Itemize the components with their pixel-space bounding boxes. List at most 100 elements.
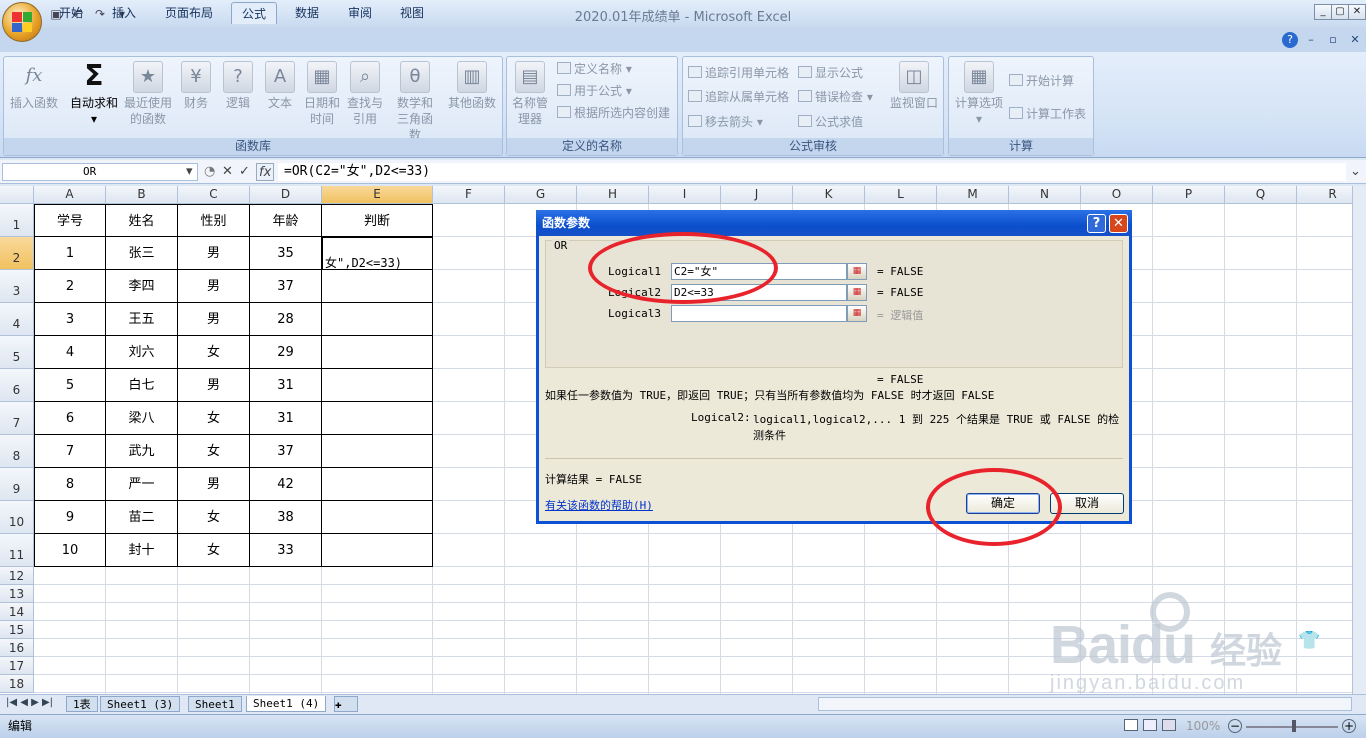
table-cell[interactable]: 男 [178,369,250,402]
row-header[interactable]: 9 [0,468,34,501]
ribbon-restore-icon[interactable]: ▫ [1325,32,1341,48]
tab-formulas[interactable]: 公式 [231,2,278,24]
logical3-input[interactable] [671,305,847,322]
horizontal-scrollbar[interactable] [818,697,1352,711]
table-cell[interactable]: 9 [34,501,106,534]
sheet-tab[interactable]: Sheet1 (3) [100,696,181,712]
page-layout-view-icon[interactable] [1143,719,1157,731]
table-cell[interactable]: 男 [178,237,250,270]
table-header-cell[interactable]: 年龄 [250,204,322,237]
sheet-tab[interactable]: 1表 [66,696,98,712]
sheet-tab[interactable]: Sheet1 [188,696,242,712]
sheet-tab-active[interactable]: Sheet1 (4) [246,696,327,712]
tab-home[interactable]: 开始 [49,2,93,24]
table-cell[interactable]: 3 [34,303,106,336]
recently-used-button[interactable]: ★ 最近使用的函数 [122,61,174,127]
text-button[interactable]: A 文本 [260,61,300,111]
name-box-dropdown-icon[interactable]: ▾ [186,163,193,181]
insert-function-button[interactable]: fx 插入函数 [6,61,62,111]
table-header-cell[interactable]: 姓名 [106,204,178,237]
table-cell[interactable]: 10 [34,534,106,567]
table-cell[interactable]: 严一 [106,468,178,501]
table-cell[interactable]: 38 [250,501,322,534]
column-header[interactable]: J [721,186,793,204]
use-in-formula-button[interactable]: 用于公式 ▾ [557,83,632,99]
editing-cell[interactable]: 女",D2<=33) [322,237,433,270]
zoom-in-icon[interactable]: + [1342,719,1356,733]
close-button[interactable]: ✕ [1348,4,1366,20]
row-header[interactable]: 3 [0,270,34,303]
table-cell[interactable]: 31 [250,402,322,435]
table-cell[interactable] [322,402,433,435]
table-cell[interactable]: 男 [178,303,250,336]
dialog-close-icon[interactable]: ✕ [1109,214,1128,233]
row-header[interactable]: 15 [0,621,34,639]
ribbon-close-icon[interactable]: ✕ [1347,32,1363,48]
dialog-help-icon[interactable]: ? [1087,214,1106,233]
evaluate-formula-button[interactable]: 公式求值 [798,114,863,130]
vertical-scrollbar[interactable] [1352,186,1366,694]
row-header[interactable]: 13 [0,585,34,603]
table-cell[interactable]: 封十 [106,534,178,567]
table-cell[interactable]: 29 [250,336,322,369]
column-header[interactable]: F [433,186,505,204]
table-cell[interactable]: 6 [34,402,106,435]
formula-input[interactable]: =OR(C2="女",D2<=33) [278,163,1346,181]
table-cell[interactable]: 28 [250,303,322,336]
row-header[interactable]: 8 [0,435,34,468]
row-header[interactable]: 12 [0,567,34,585]
column-header[interactable]: G [505,186,577,204]
tab-view[interactable]: 视图 [390,2,434,24]
row-header[interactable]: 17 [0,657,34,675]
table-cell[interactable]: 梁八 [106,402,178,435]
column-header[interactable]: C [178,186,250,204]
table-cell[interactable]: 37 [250,270,322,303]
trace-dependents-button[interactable]: 追踪从属单元格 [688,89,789,105]
table-cell[interactable]: 女 [178,435,250,468]
table-cell[interactable]: 37 [250,435,322,468]
row-header[interactable]: 10 [0,501,34,534]
column-header[interactable]: L [865,186,937,204]
table-cell[interactable]: 42 [250,468,322,501]
table-cell[interactable]: 2 [34,270,106,303]
column-header[interactable]: E [322,186,433,204]
more-functions-button[interactable]: ▥ 其他函数 [444,61,500,111]
table-cell[interactable] [322,336,433,369]
table-cell[interactable]: 1 [34,237,106,270]
table-cell[interactable] [322,369,433,402]
collapse-dialog-icon[interactable]: ▦ [847,284,867,301]
column-header[interactable]: K [793,186,865,204]
table-cell[interactable]: 王五 [106,303,178,336]
table-cell[interactable]: 女 [178,534,250,567]
table-cell[interactable]: 李四 [106,270,178,303]
cancel-icon[interactable]: ✕ [222,163,233,181]
column-header[interactable]: B [106,186,178,204]
column-header[interactable]: I [649,186,721,204]
row-header[interactable]: 2 [0,237,34,270]
name-manager-button[interactable]: ▤ 名称管理器 [510,61,550,127]
table-cell[interactable]: 女 [178,336,250,369]
table-cell[interactable]: 31 [250,369,322,402]
zoom-slider-thumb[interactable] [1292,720,1296,732]
error-checking-button[interactable]: 错误检查 ▾ [798,89,873,105]
watch-window-button[interactable]: ◫ 监视窗口 [887,61,941,111]
office-button[interactable] [2,2,42,42]
autosum-button[interactable]: Σ 自动求和 ▾ [66,61,122,127]
table-header-cell[interactable]: 判断 [322,204,433,237]
row-header[interactable]: 6 [0,369,34,402]
column-header[interactable]: Q [1225,186,1297,204]
column-header[interactable]: H [577,186,649,204]
math-trig-button[interactable]: θ 数学和三角函数 [392,61,438,143]
column-header[interactable]: N [1009,186,1081,204]
calculate-now-button[interactable]: 开始计算 [1009,73,1074,89]
table-cell[interactable]: 武九 [106,435,178,468]
row-header[interactable]: 14 [0,603,34,621]
table-cell[interactable]: 刘六 [106,336,178,369]
table-header-cell[interactable]: 学号 [34,204,106,237]
ribbon-minimize-icon[interactable]: – [1303,32,1319,48]
minimize-button[interactable]: _ [1314,4,1332,20]
tab-data[interactable]: 数据 [285,2,329,24]
sheet-nav-arrows-icon[interactable]: |◀ ◀ ▶ ▶| [6,697,53,708]
column-header[interactable]: M [937,186,1009,204]
tab-review[interactable]: 审阅 [338,2,382,24]
